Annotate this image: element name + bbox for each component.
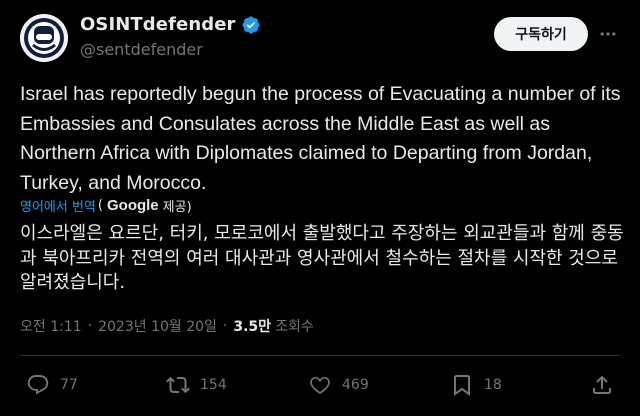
- more-dots-icon: [600, 32, 616, 36]
- translated-text: 이스라엘은 요르단, 터키, 모로코에서 출발했다고 주장하는 외교관들과 함께…: [20, 223, 624, 293]
- translate-link[interactable]: 영어에서 번역: [20, 196, 96, 215]
- reply-count: 77: [60, 377, 78, 393]
- tweet-time[interactable]: 오전 1:11: [20, 316, 82, 336]
- tweet-detail: OSINTdefender @sentdefender 구독하기 Israel …: [0, 0, 640, 416]
- meta-separator: ·: [222, 318, 228, 334]
- action-bar: 77 154 469 18: [0, 368, 640, 402]
- translation-attribution: 영어에서 번역 ( Google 제공): [20, 196, 192, 215]
- share-button[interactable]: [590, 368, 614, 402]
- reply-button[interactable]: 77: [26, 368, 78, 402]
- reply-icon: [27, 375, 49, 395]
- more-options-button[interactable]: [596, 22, 620, 46]
- bookmark-count: 18: [484, 377, 502, 393]
- avatar[interactable]: [20, 14, 68, 62]
- google-logo-text: Google: [106, 197, 159, 214]
- meta-separator: ·: [87, 318, 93, 334]
- author-handle[interactable]: @sentdefender: [80, 40, 203, 59]
- views-label: 조회수: [275, 319, 314, 335]
- tweet-metadata: 오전 1:11 · 2023년 10월 20일 · 3.5만 조회수: [20, 316, 314, 336]
- share-icon: [593, 375, 611, 394]
- repost-icon: [166, 376, 190, 394]
- divider: [20, 355, 620, 356]
- osint-defender-logo-icon: [20, 14, 68, 62]
- heart-icon: [310, 377, 330, 394]
- translate-open-paren: (: [97, 198, 103, 213]
- follow-button[interactable]: 구독하기: [494, 17, 588, 51]
- like-count: 469: [342, 377, 369, 393]
- views-count[interactable]: 3.5만: [233, 316, 271, 336]
- repost-button[interactable]: 154: [166, 368, 227, 402]
- author-display-name[interactable]: OSINTdefender: [80, 14, 236, 35]
- repost-count: 154: [200, 377, 227, 393]
- bookmark-button[interactable]: 18: [450, 368, 502, 402]
- tweet-date[interactable]: 2023년 10월 20일: [98, 316, 217, 336]
- verified-badge-icon: [241, 15, 260, 34]
- like-button[interactable]: 469: [308, 368, 369, 402]
- translate-suffix: 제공): [162, 200, 192, 215]
- bookmark-icon: [454, 375, 470, 396]
- tweet-text: Israel has reportedly begun the process …: [20, 83, 621, 194]
- author-name-row: OSINTdefender: [80, 14, 261, 35]
